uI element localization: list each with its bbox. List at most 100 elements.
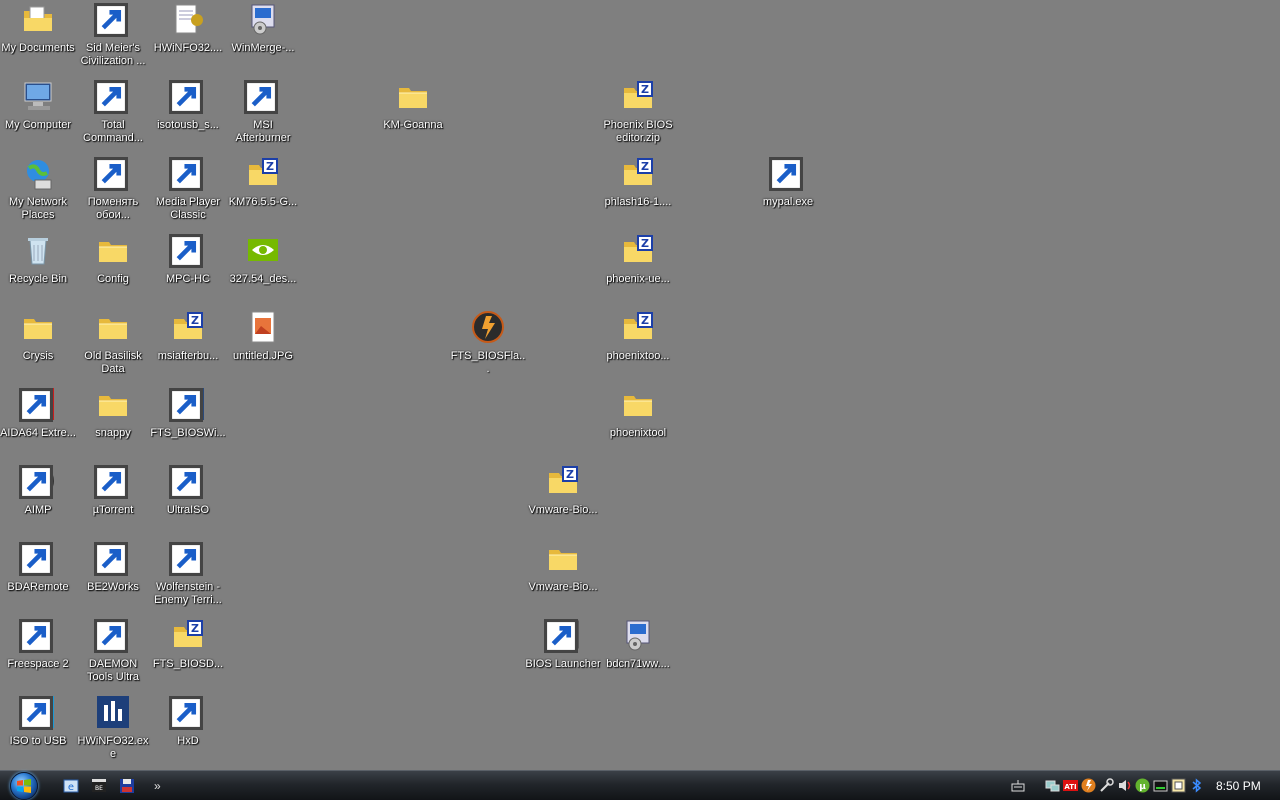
desktop-icon-hxd[interactable]: HxD HxD [150, 693, 226, 769]
network-icon[interactable] [1044, 778, 1060, 794]
tray-icons: ATI µ [1044, 778, 1204, 794]
start-button[interactable] [5, 772, 43, 800]
desktop-icon-freespace-2[interactable]: Freespace 2 [0, 616, 76, 692]
desktop-icon-be2works[interactable]: BE2Works [75, 539, 151, 615]
desktop-icon-km76-5-5-g[interactable]: Z KM76.5.5-G... [225, 154, 301, 230]
desktop-icon-sid-meier-s-civilization[interactable]: IV Sid Meier's Civilization ... [75, 0, 151, 76]
desktop-icon-327-54-des[interactable]: 327.54_des... [225, 231, 301, 307]
ie-icon[interactable]: e [60, 775, 82, 797]
desktop-icon-my-documents[interactable]: My Documents [0, 0, 76, 76]
desktop-icon-label: Crysis [22, 350, 54, 362]
utorrent-icon[interactable]: µ [1134, 778, 1150, 794]
folder-icon [396, 79, 430, 113]
desktop-icon-crysis[interactable]: Crysis [0, 308, 76, 384]
keyboard-layout-icon[interactable] [1170, 778, 1186, 794]
desktop-icon-label: ISO to USB [9, 735, 67, 747]
desktop-icon-bdaremote[interactable]: BDARemote [0, 539, 76, 615]
desktop-icon-fts-bioswi[interactable]: FTS_BIOSWi... [150, 385, 226, 461]
desktop-icon-phoenix-ue[interactable]: Zphoenix-ue... [600, 231, 676, 307]
desktop-icon-msi-afterburner[interactable]: MSI Afterburner [225, 77, 301, 153]
desktop-icon-label: bdcn71ww.... [606, 658, 670, 670]
desktop-icon-wolfenstein-enemy-terri[interactable]: Wolfenstein - Enemy Terri... [150, 539, 226, 615]
aida64-icon: 64 [19, 387, 55, 422]
volume-icon[interactable] [1116, 778, 1132, 794]
quick-launch-bar: e BE » [60, 775, 161, 797]
mpchc-icon: 21 [169, 233, 205, 268]
desktop-icon-label: Vmware-Bio... [528, 504, 598, 516]
civ-icon: IV [94, 2, 130, 37]
installer-icon [246, 2, 280, 36]
desktop-icon-label: KM-Goanna [383, 119, 443, 131]
quick-launch-more-button[interactable]: » [154, 779, 161, 793]
desktop-icon-поменять-обои[interactable]: Поменять обои... [75, 154, 151, 230]
system-tray: ATI µ 8:50 PM [1010, 771, 1280, 800]
desktop-icon-phoenixtool[interactable]: phoenixtool [600, 385, 676, 461]
folder-icon [96, 387, 130, 421]
desktop-icon-recycle-bin[interactable]: Recycle Bin [0, 231, 76, 307]
desktop-icon-total-command[interactable]: Total Command... [75, 77, 151, 153]
desktop-icon-ultraiso[interactable]: UltraISO [150, 462, 226, 538]
desktop-icon-label: MPC-HC [166, 273, 210, 285]
battery-icon[interactable] [1152, 778, 1168, 794]
floppy-icon[interactable] [116, 775, 138, 797]
desktop-icon-untitled-jpg[interactable]: untitled.JPG [225, 308, 301, 384]
mpc-icon[interactable]: BE [88, 775, 110, 797]
desktop-icon-km-goanna[interactable]: KM-Goanna [375, 77, 451, 153]
zip-icon: Z [171, 618, 205, 652]
desktop-icon-label: BDARemote [7, 581, 69, 593]
svg-text:Z: Z [266, 160, 274, 173]
desktop-icon-phoenix-bios-editor-zip[interactable]: Z Phoenix BIOS editor.zip [600, 77, 676, 153]
desktop-icon-fts-biosfla[interactable]: FTS_BIOSFla... [450, 308, 526, 384]
desktop-icon-snappy[interactable]: snappy [75, 385, 151, 461]
installer-icon [169, 79, 205, 114]
desktop-icon-my-computer[interactable]: My Computer [0, 77, 76, 153]
zip-icon: Z [621, 79, 655, 113]
flash-icon[interactable] [1080, 778, 1096, 794]
desktop-icon-phlash16-1[interactable]: Zphlash16-1.... [600, 154, 676, 230]
touch-keyboard-icon[interactable] [1010, 778, 1026, 794]
desktop-icon-label: Sid Meier's Civilization ... [80, 42, 146, 67]
desktop-icon-fts-biosd[interactable]: Z FTS_BIOSD... [150, 616, 226, 692]
desktop-icon-label: Vmware-Bio... [528, 581, 598, 593]
desktop-icon-winmerge[interactable]: WinMerge-... [225, 0, 301, 76]
desktop-icon-iso-to-usb[interactable]: ISO to USB [0, 693, 76, 769]
desktop-icon-vmware-bio[interactable]: Z Vmware-Bio... [525, 462, 601, 538]
desktop-icon-vmware-bio[interactable]: Vmware-Bio... [525, 539, 601, 615]
desktop-icon-label: AIDA64 Extre... [0, 427, 76, 439]
desktop-icon-media-player-classic[interactable]: PC BE Media Player Classic [150, 154, 226, 230]
desktop-icon-label: BE2Works [87, 581, 139, 593]
desktop-icon-bios-launcher[interactable]: BIOS Launcher [525, 616, 601, 692]
desktop-icon-aida64-extre[interactable]: 64 AIDA64 Extre... [0, 385, 76, 461]
isousb-icon [19, 695, 55, 730]
desktop-icon-isotousb-s[interactable]: isotousb_s... [150, 77, 226, 153]
desktop-icon-bdcn71ww[interactable]: bdcn71ww.... [600, 616, 676, 692]
ati-icon[interactable]: ATI [1062, 778, 1078, 794]
desktop-icon-label: My Computer [4, 119, 72, 131]
desktop-icon-mpc-hc[interactable]: 21 MPC-HC [150, 231, 226, 307]
desktop-icon-hwinfo32[interactable]: HWiNFO32.... [150, 0, 226, 76]
desktop-icon-torrent[interactable]: µ µTorrent [75, 462, 151, 538]
desktop-icon-label: Wolfenstein - Enemy Terri... [154, 581, 222, 606]
folder-icon [546, 541, 580, 575]
desktop-icon-mypal-exe[interactable]: mypal.exe [750, 154, 826, 230]
network-icon [21, 156, 55, 190]
desktop-icon-aimp[interactable]: AIMP [0, 462, 76, 538]
desktop-icon-daemon-tools-ultra[interactable]: DAEMON Tools Ultra [75, 616, 151, 692]
desktop-icon-old-basilisk-data[interactable]: Old Basilisk Data [75, 308, 151, 384]
desktop-icon-my-network-places[interactable]: My Network Places [0, 154, 76, 230]
desktop-icon-phoenixtoo[interactable]: Zphoenixtoo... [600, 308, 676, 384]
desktop[interactable]: My Documents My Computer My Network Places… [0, 0, 1280, 770]
desktop-icon-config[interactable]: Config [75, 231, 151, 307]
bluetooth-icon[interactable] [1188, 778, 1204, 794]
zip-icon: Z [171, 310, 205, 344]
aimp-icon [19, 464, 55, 499]
tools-icon[interactable] [1098, 778, 1114, 794]
clock[interactable]: 8:50 PM [1216, 779, 1274, 793]
folder-icon [96, 233, 130, 267]
desktop-icon-label: FTS_BIOSD... [152, 658, 224, 670]
desktop-icon-label: My Network Places [8, 196, 68, 221]
desktop-icon-hwinfo32-exe[interactable]: HWiNFO32.exe [75, 693, 151, 769]
installer-icon [621, 618, 655, 652]
desktop-icon-msiafterbu[interactable]: Zmsiafterbu... [150, 308, 226, 384]
zip-icon: Z [546, 464, 580, 498]
